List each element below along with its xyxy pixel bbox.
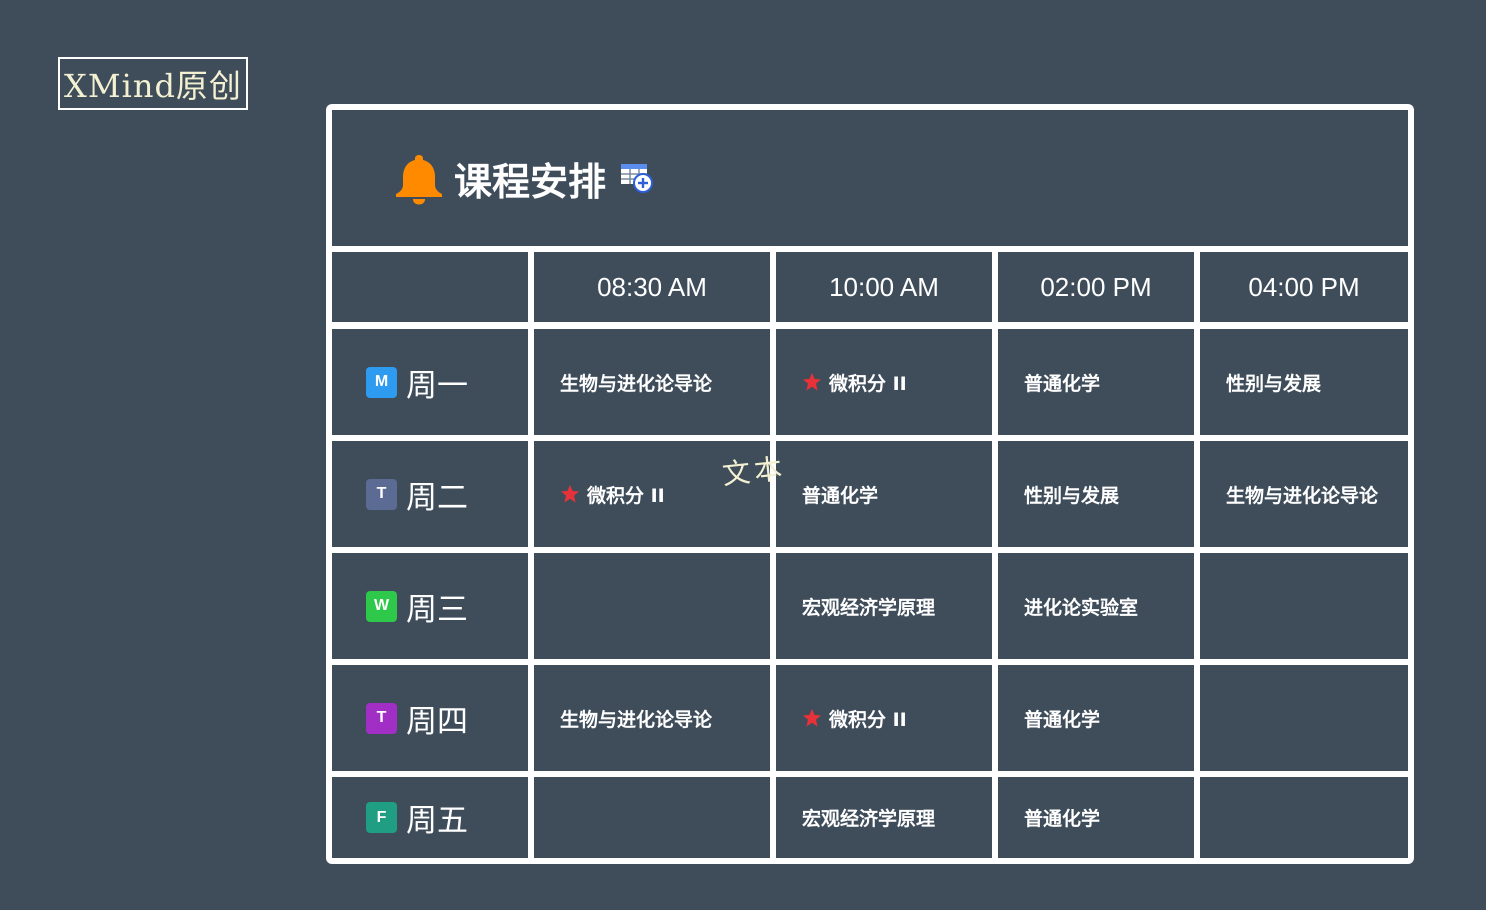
course-name: 普通化学 (802, 484, 879, 507)
stamp-text: XMind原创 (64, 66, 242, 105)
course-cell: 微积分 II (776, 665, 992, 771)
course-cell (1200, 777, 1408, 858)
time-header-cell: 02:00 PM (998, 252, 1194, 322)
course-name: 微积分 II (829, 372, 907, 395)
course-cell: 普通化学 (998, 665, 1194, 771)
day-cell: M 周一 (332, 329, 528, 435)
course-cell (534, 777, 770, 858)
course-cell: 生物与进化论导论 (534, 329, 770, 435)
corner-cell (332, 252, 528, 322)
time-label: 08:30 AM (597, 271, 707, 302)
day-cell: T 周四 (332, 665, 528, 771)
course-cell: 微积分 II (776, 329, 992, 435)
day-cell: F 周五 (332, 777, 528, 858)
course-name: 生物与进化论导论 (560, 708, 713, 731)
day-name: 周四 (406, 703, 468, 740)
bell-icon (396, 155, 442, 205)
day-cell: T 周二 (332, 441, 528, 547)
page-title: 课程安排 (454, 159, 607, 204)
course-cell: 普通化学 (776, 441, 992, 547)
course-name: 性别与发展 (1226, 372, 1322, 395)
xmind-original-stamp: XMind原创 (58, 57, 248, 110)
table-add-icon[interactable] (620, 162, 654, 194)
course-cell (1200, 553, 1408, 659)
course-cell: 性别与发展 (1200, 329, 1408, 435)
day-badge: W (366, 590, 397, 622)
day-name: 周五 (406, 803, 468, 839)
course-cell: 普通化学 (998, 329, 1194, 435)
course-name: 性别与发展 (1024, 484, 1120, 507)
course-cell (1200, 665, 1408, 771)
course-name: 普通化学 (1024, 708, 1101, 731)
day-name: 周一 (406, 367, 468, 404)
course-name: 微积分 II (587, 484, 665, 507)
course-cell: 宏观经济学原理 (776, 553, 992, 659)
floating-text-label: 文本 (720, 451, 788, 492)
course-name: 微积分 II (829, 708, 907, 731)
day-badge: T (366, 478, 397, 510)
day-badge: F (366, 802, 397, 833)
course-name: 普通化学 (1024, 808, 1101, 830)
course-cell (534, 553, 770, 659)
course-cell: 进化论实验室 (998, 553, 1194, 659)
star-icon (803, 709, 821, 727)
time-header-cell: 08:30 AM (534, 252, 770, 322)
course-cell: 性别与发展 (998, 441, 1194, 547)
course-name: 进化论实验室 (1024, 596, 1139, 619)
day-badge: M (366, 366, 397, 398)
schedule-header: 课程安排 (332, 110, 1408, 246)
day-name: 周三 (406, 591, 468, 628)
star-icon (561, 485, 579, 503)
time-header-cell: 10:00 AM (776, 252, 992, 322)
course-cell: 宏观经济学原理 (776, 777, 992, 858)
course-name: 宏观经济学原理 (802, 808, 936, 830)
schedule-table: 课程安排 08:30 AM 10:00 AM 02:00 PM 04:00 PM M 周一… (326, 104, 1414, 864)
course-name: 宏观经济学原理 (802, 596, 936, 619)
day-cell: W 周三 (332, 553, 528, 659)
course-cell: 生物与进化论导论 (1200, 441, 1408, 547)
course-name: 生物与进化论导论 (560, 372, 713, 395)
day-badge: T (366, 702, 397, 734)
time-label: 02:00 PM (1040, 271, 1152, 302)
time-label: 04:00 PM (1248, 271, 1360, 302)
course-cell: 生物与进化论导论 (534, 665, 770, 771)
course-name: 普通化学 (1024, 372, 1101, 395)
time-label: 10:00 AM (829, 271, 939, 302)
star-icon (803, 373, 821, 391)
course-name: 生物与进化论导论 (1226, 484, 1379, 507)
time-header-cell: 04:00 PM (1200, 252, 1408, 322)
course-cell: 普通化学 (998, 777, 1194, 858)
day-name: 周二 (406, 479, 468, 516)
